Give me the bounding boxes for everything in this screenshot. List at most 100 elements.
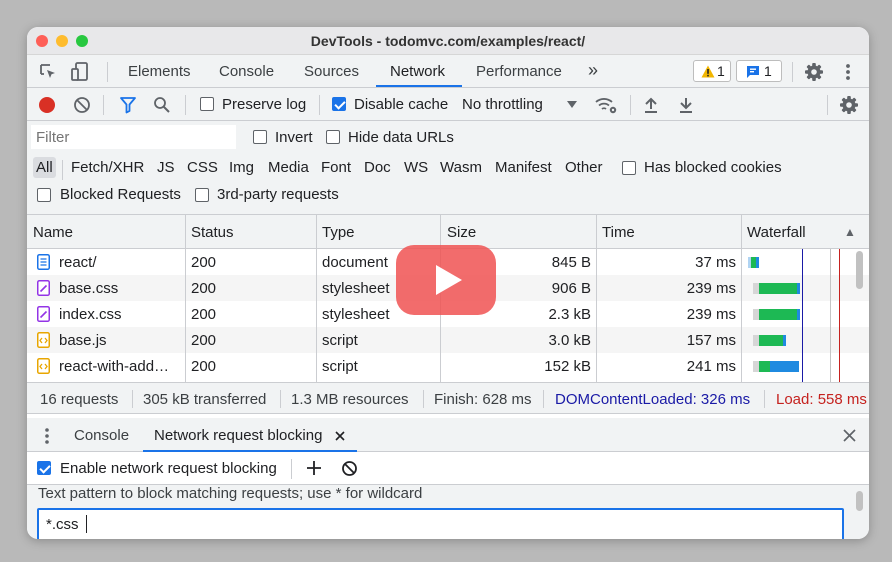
- column-header-status[interactable]: Status: [191, 224, 234, 241]
- record-icon[interactable]: [39, 97, 55, 113]
- settings-gear-icon[interactable]: [804, 62, 824, 82]
- column-divider[interactable]: [316, 214, 317, 382]
- network-conditions-icon[interactable]: [594, 95, 618, 115]
- invert-checkbox[interactable]: [253, 130, 267, 144]
- column-divider[interactable]: [741, 214, 742, 382]
- search-icon[interactable]: [153, 96, 171, 114]
- hide-data-urls-label: Hide data URLs: [348, 129, 454, 146]
- filter-type-ws[interactable]: WS: [404, 159, 428, 176]
- request-time: 239 ms: [686, 306, 736, 323]
- document-file-icon: [37, 254, 50, 270]
- device-toolbar-icon[interactable]: [70, 61, 90, 83]
- filter-type-manifest[interactable]: Manifest: [495, 159, 552, 176]
- inspect-element-icon[interactable]: [38, 62, 58, 82]
- import-har-icon[interactable]: [643, 96, 659, 114]
- column-header-time[interactable]: Time: [602, 224, 635, 241]
- blocked-requests-checkbox[interactable]: [37, 188, 51, 202]
- pattern-input[interactable]: *.css: [37, 508, 844, 539]
- requests-table-header: Name Status Type Size Time Waterfall ▲: [27, 214, 869, 249]
- message-icon: [747, 66, 759, 78]
- waterfall-bar: [759, 283, 797, 294]
- preserve-log-checkbox[interactable]: [200, 97, 214, 111]
- video-play-button[interactable]: [396, 245, 496, 315]
- request-blocking-toolbar: Enable network request blocking: [27, 453, 869, 485]
- filter-type-fetch-xhr[interactable]: Fetch/XHR: [71, 159, 144, 176]
- more-options-icon[interactable]: [845, 62, 851, 82]
- sort-ascending-icon[interactable]: ▲: [844, 225, 856, 239]
- request-type: script: [322, 332, 358, 349]
- network-settings-gear-icon[interactable]: [839, 95, 859, 115]
- dom-content-loaded-marker: [802, 249, 803, 382]
- waterfall-bar: [759, 361, 770, 372]
- third-party-checkbox[interactable]: [195, 188, 209, 202]
- more-tabs-button[interactable]: »: [588, 60, 598, 81]
- filter-type-all[interactable]: All: [33, 157, 56, 178]
- has-blocked-cookies-label: Has blocked cookies: [644, 159, 782, 176]
- tab-network[interactable]: Network: [390, 63, 445, 80]
- add-pattern-icon[interactable]: [306, 460, 322, 476]
- warnings-badge[interactable]: 1: [693, 60, 731, 82]
- dropdown-triangle-icon[interactable]: [567, 101, 577, 109]
- table-row[interactable]: react-with-add… 200 script 152 kB 241 ms: [27, 353, 869, 379]
- drawer-scrollbar[interactable]: [856, 491, 863, 511]
- request-type: stylesheet: [322, 280, 390, 297]
- filter-type-wasm[interactable]: Wasm: [440, 159, 482, 176]
- filter-type-img[interactable]: Img: [229, 159, 254, 176]
- drawer-tab-console[interactable]: Console: [74, 427, 129, 444]
- script-file-icon: [37, 358, 50, 374]
- tab-elements[interactable]: Elements: [128, 63, 191, 80]
- close-tab-icon[interactable]: [335, 431, 345, 441]
- export-har-icon[interactable]: [678, 96, 694, 114]
- filter-type-doc[interactable]: Doc: [364, 159, 391, 176]
- column-header-size[interactable]: Size: [447, 224, 476, 241]
- tab-sources[interactable]: Sources: [304, 63, 359, 80]
- filter-type-js[interactable]: JS: [157, 159, 175, 176]
- enable-request-blocking-checkbox[interactable]: [37, 461, 51, 475]
- separator: [827, 95, 828, 115]
- hide-data-urls-checkbox[interactable]: [326, 130, 340, 144]
- disable-cache-checkbox[interactable]: [332, 97, 346, 111]
- waterfall-bar: [759, 309, 797, 320]
- separator: [280, 390, 281, 408]
- separator: [792, 62, 793, 82]
- filter-type-css[interactable]: CSS: [187, 159, 218, 176]
- drawer-tab-network-request-blocking[interactable]: Network request blocking: [154, 427, 322, 444]
- request-status: 200: [191, 358, 217, 375]
- table-scrollbar[interactable]: [856, 251, 863, 289]
- network-toolbar: Preserve log Disable cache No throttling: [27, 88, 869, 121]
- script-file-icon: [37, 332, 50, 348]
- filter-type-media[interactable]: Media: [268, 159, 309, 176]
- title-bar: DevTools - todomvc.com/examples/react/: [27, 27, 869, 55]
- column-header-type[interactable]: Type: [322, 224, 355, 241]
- column-header-name[interactable]: Name: [33, 224, 73, 241]
- waterfall-download: [756, 257, 759, 268]
- separator: [107, 62, 108, 82]
- load-marker: [839, 249, 840, 382]
- request-time: 157 ms: [686, 332, 736, 349]
- preserve-log-label: Preserve log: [222, 96, 307, 113]
- filter-type-other[interactable]: Other: [565, 159, 603, 176]
- tab-performance[interactable]: Performance: [476, 63, 562, 80]
- column-divider[interactable]: [596, 214, 597, 382]
- messages-badge[interactable]: 1: [736, 60, 782, 82]
- filter-input[interactable]: [31, 125, 236, 149]
- remove-all-patterns-icon[interactable]: [341, 460, 358, 477]
- column-header-waterfall[interactable]: Waterfall: [747, 224, 806, 241]
- filter-type-font[interactable]: Font: [321, 159, 351, 176]
- drawer-menu-icon[interactable]: [44, 427, 50, 445]
- clear-icon[interactable]: [73, 96, 91, 114]
- tab-console[interactable]: Console: [219, 63, 274, 80]
- filter-bar: Invert Hide data URLs All Fetch/XHR JS C…: [27, 121, 869, 214]
- throttling-select[interactable]: No throttling: [462, 96, 543, 113]
- separator: [62, 160, 63, 180]
- request-size: 152 kB: [544, 358, 591, 375]
- close-drawer-icon[interactable]: [843, 429, 856, 442]
- filter-icon[interactable]: [119, 96, 137, 114]
- third-party-label: 3rd-party requests: [217, 186, 339, 203]
- summary-transferred: 305 kB transferred: [143, 391, 267, 408]
- column-divider[interactable]: [185, 214, 186, 382]
- has-blocked-cookies-checkbox[interactable]: [622, 161, 636, 175]
- pattern-hint: Text pattern to block matching requests;…: [38, 485, 423, 502]
- table-row[interactable]: base.js 200 script 3.0 kB 157 ms: [27, 327, 869, 353]
- request-type: document: [322, 254, 388, 271]
